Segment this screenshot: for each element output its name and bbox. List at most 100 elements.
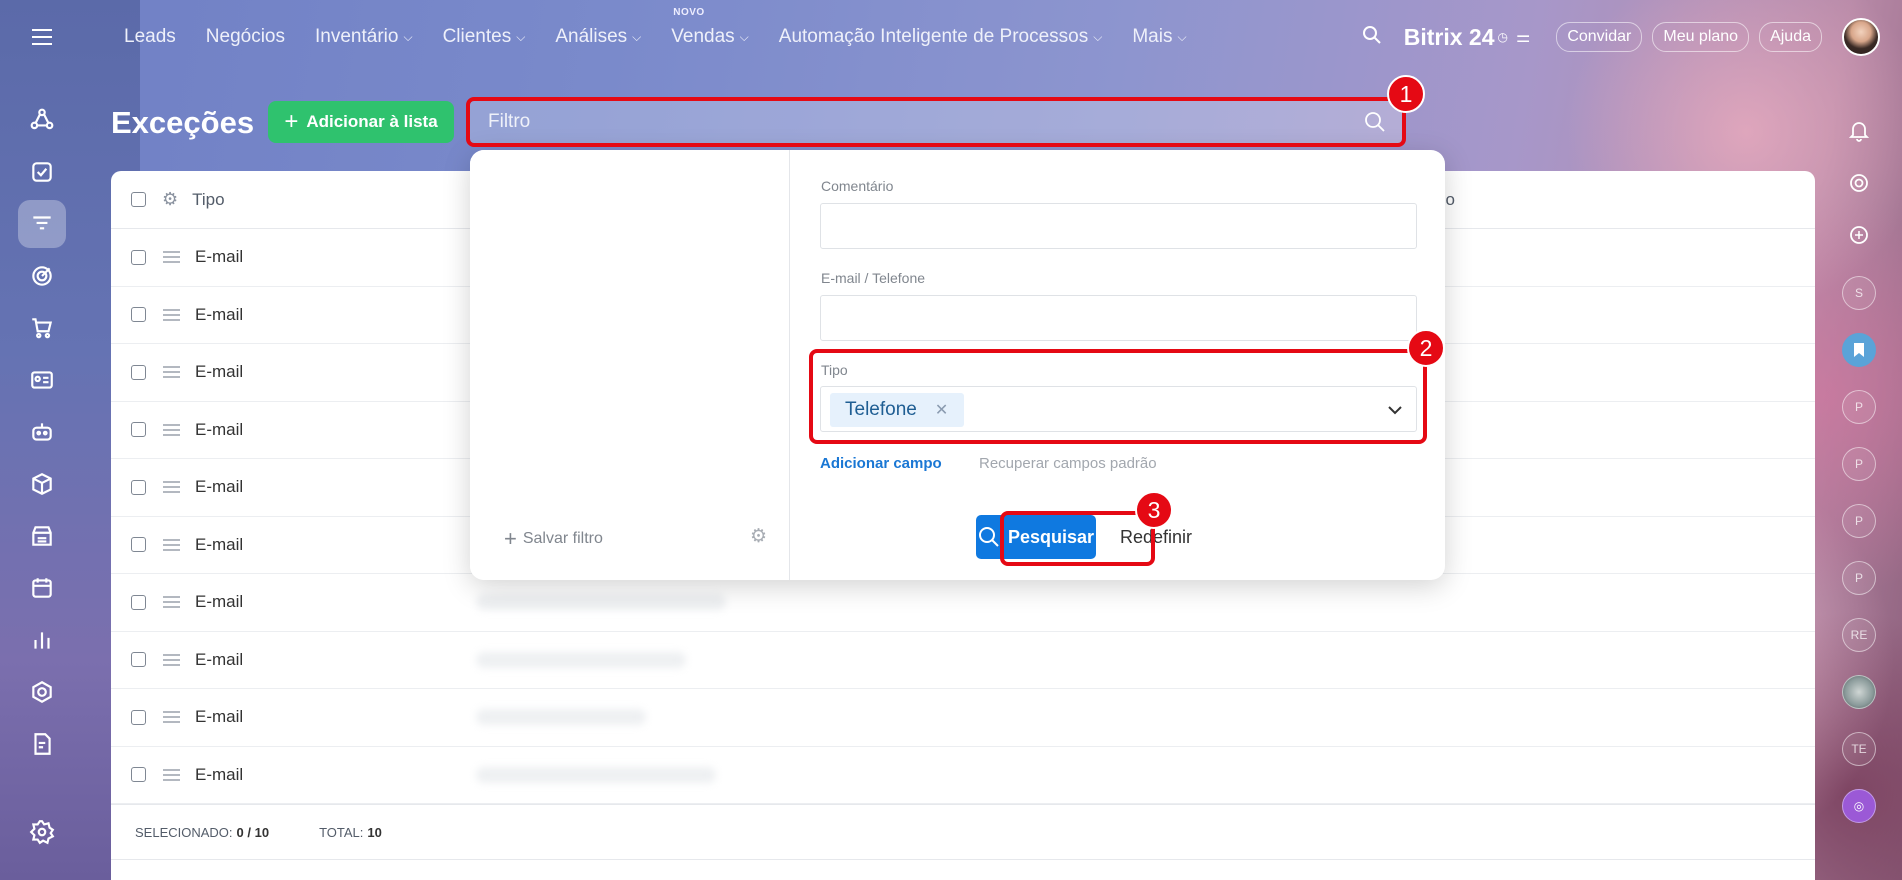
- comment-field[interactable]: [820, 203, 1417, 249]
- add-to-list-button[interactable]: + Adicionar à lista: [268, 101, 454, 143]
- add-field-link[interactable]: Adicionar campo: [820, 455, 942, 472]
- rail-avatar-photo[interactable]: [1842, 675, 1876, 709]
- nav-inventory[interactable]: Inventário ⌵: [315, 26, 413, 48]
- robot-icon[interactable]: [18, 408, 66, 456]
- invite-button[interactable]: Convidar: [1556, 22, 1643, 52]
- select-all-checkbox[interactable]: [131, 192, 146, 207]
- highlight-frame-filter: [466, 97, 1406, 147]
- calendar-icon[interactable]: [18, 564, 66, 612]
- drag-handle-icon[interactable]: [163, 651, 180, 669]
- row-checkbox[interactable]: [131, 364, 146, 380]
- drag-handle-icon[interactable]: [163, 593, 180, 611]
- rail-avatar[interactable]: P: [1842, 504, 1876, 538]
- nav-deals[interactable]: Negócios: [206, 26, 285, 48]
- nav-clients[interactable]: Clientes ⌵: [443, 26, 526, 48]
- restore-default-fields-link[interactable]: Recuperar campos padrão: [979, 455, 1157, 472]
- table-row[interactable]: E-mail: [111, 574, 1815, 632]
- blurred-value: [476, 709, 646, 726]
- box-icon[interactable]: [18, 460, 66, 508]
- row-checkbox[interactable]: [131, 767, 146, 783]
- nav-leads[interactable]: Leads: [124, 26, 176, 48]
- drag-handle-icon[interactable]: [163, 306, 180, 324]
- drag-handle-icon[interactable]: [163, 478, 180, 496]
- nav-sales[interactable]: NOVO Vendas ⌵: [671, 7, 749, 48]
- table-row[interactable]: E-mail: [111, 747, 1815, 804]
- row-checkbox[interactable]: [131, 709, 146, 725]
- tasks-icon[interactable]: [18, 148, 66, 196]
- row-checkbox[interactable]: [131, 479, 146, 495]
- row-checkbox[interactable]: [131, 652, 146, 668]
- drag-handle-icon[interactable]: [163, 708, 180, 726]
- rail-avatar[interactable]: RE: [1842, 618, 1876, 652]
- copilot-chat-icon[interactable]: ◎: [1842, 789, 1876, 823]
- selected-label: SELECIONADO:: [135, 824, 233, 840]
- menu-icon[interactable]: [0, 0, 84, 74]
- nav-analytics[interactable]: Análises ⌵: [555, 26, 641, 48]
- user-avatar[interactable]: [1842, 18, 1880, 56]
- total-label: TOTAL:: [319, 824, 364, 840]
- row-checkbox[interactable]: [131, 537, 146, 553]
- chat-search-icon[interactable]: [1842, 218, 1876, 252]
- rail-avatar[interactable]: P: [1842, 447, 1876, 481]
- cart-icon[interactable]: [18, 304, 66, 352]
- column-header-tipo[interactable]: Tipo: [192, 190, 224, 210]
- clock-icon: ◷: [1497, 30, 1508, 44]
- type-cell: E-mail: [195, 649, 244, 669]
- row-checkbox[interactable]: [131, 307, 146, 323]
- crm-icon[interactable]: [18, 96, 66, 144]
- settings-gear-icon[interactable]: [18, 808, 66, 856]
- filter-settings-gear-icon[interactable]: ⚙: [750, 525, 767, 548]
- type-cell: E-mail: [195, 534, 244, 554]
- step-badge-2: 2: [1407, 329, 1445, 367]
- bookmark-icon[interactable]: [1842, 333, 1876, 367]
- row-checkbox[interactable]: [131, 422, 146, 438]
- email-phone-field[interactable]: [820, 295, 1417, 341]
- type-cell: E-mail: [195, 362, 244, 382]
- nav-automation[interactable]: Automação Inteligente de Processos ⌵: [779, 26, 1103, 48]
- chevron-down-icon: ⌵: [1093, 29, 1103, 44]
- contact-card-icon[interactable]: [18, 356, 66, 404]
- rail-avatar[interactable]: P: [1842, 561, 1876, 595]
- drag-handle-icon[interactable]: [163, 363, 180, 381]
- analytics-icon[interactable]: [18, 616, 66, 664]
- rail-avatar[interactable]: S: [1842, 276, 1876, 310]
- email-phone-label: E-mail / Telefone: [821, 270, 926, 286]
- drag-handle-icon[interactable]: [163, 421, 180, 439]
- column-settings-gear-icon[interactable]: ⚙: [162, 189, 178, 210]
- bell-icon[interactable]: [1842, 114, 1876, 148]
- search-icon[interactable]: [1362, 25, 1382, 50]
- tune-icon[interactable]: ⚌: [1516, 27, 1530, 47]
- store-icon[interactable]: [18, 512, 66, 560]
- table-row[interactable]: E-mail: [111, 632, 1815, 689]
- type-cell: E-mail: [195, 707, 244, 727]
- type-cell: E-mail: [195, 477, 244, 497]
- drag-handle-icon[interactable]: [163, 248, 180, 266]
- row-checkbox[interactable]: [131, 594, 146, 610]
- plus-icon: +: [284, 108, 299, 135]
- help-button[interactable]: Ajuda: [1759, 22, 1822, 52]
- row-checkbox[interactable]: [131, 249, 146, 265]
- left-sidebar: [0, 0, 84, 880]
- rail-avatar[interactable]: TE: [1842, 732, 1876, 766]
- type-cell: E-mail: [195, 247, 244, 267]
- chevron-down-icon: ⌵: [739, 29, 749, 44]
- rail-avatar[interactable]: P: [1842, 390, 1876, 424]
- nav-more[interactable]: Mais ⌵: [1132, 26, 1186, 48]
- target-icon[interactable]: [18, 252, 66, 300]
- chevron-down-icon: ⌵: [403, 29, 413, 44]
- search-icon: [978, 527, 999, 547]
- hexagon-icon[interactable]: [18, 668, 66, 716]
- highlight-frame-search: [1000, 511, 1155, 566]
- my-plan-button[interactable]: Meu plano: [1652, 22, 1750, 52]
- new-badge: NOVO: [673, 7, 705, 18]
- filter-funnel-icon[interactable]: [18, 200, 66, 248]
- document-sign-icon[interactable]: [18, 720, 66, 768]
- bitrix-logo[interactable]: Bitrix 24 ◷ ⚌: [1404, 24, 1531, 51]
- copilot-icon[interactable]: [1842, 166, 1876, 200]
- save-filter-link[interactable]: + Salvar filtro: [504, 528, 603, 550]
- blurred-value: [476, 594, 726, 611]
- drag-handle-icon[interactable]: [163, 766, 180, 784]
- page-title: Exceções: [111, 105, 255, 140]
- table-row[interactable]: E-mail: [111, 689, 1815, 747]
- drag-handle-icon[interactable]: [163, 536, 180, 554]
